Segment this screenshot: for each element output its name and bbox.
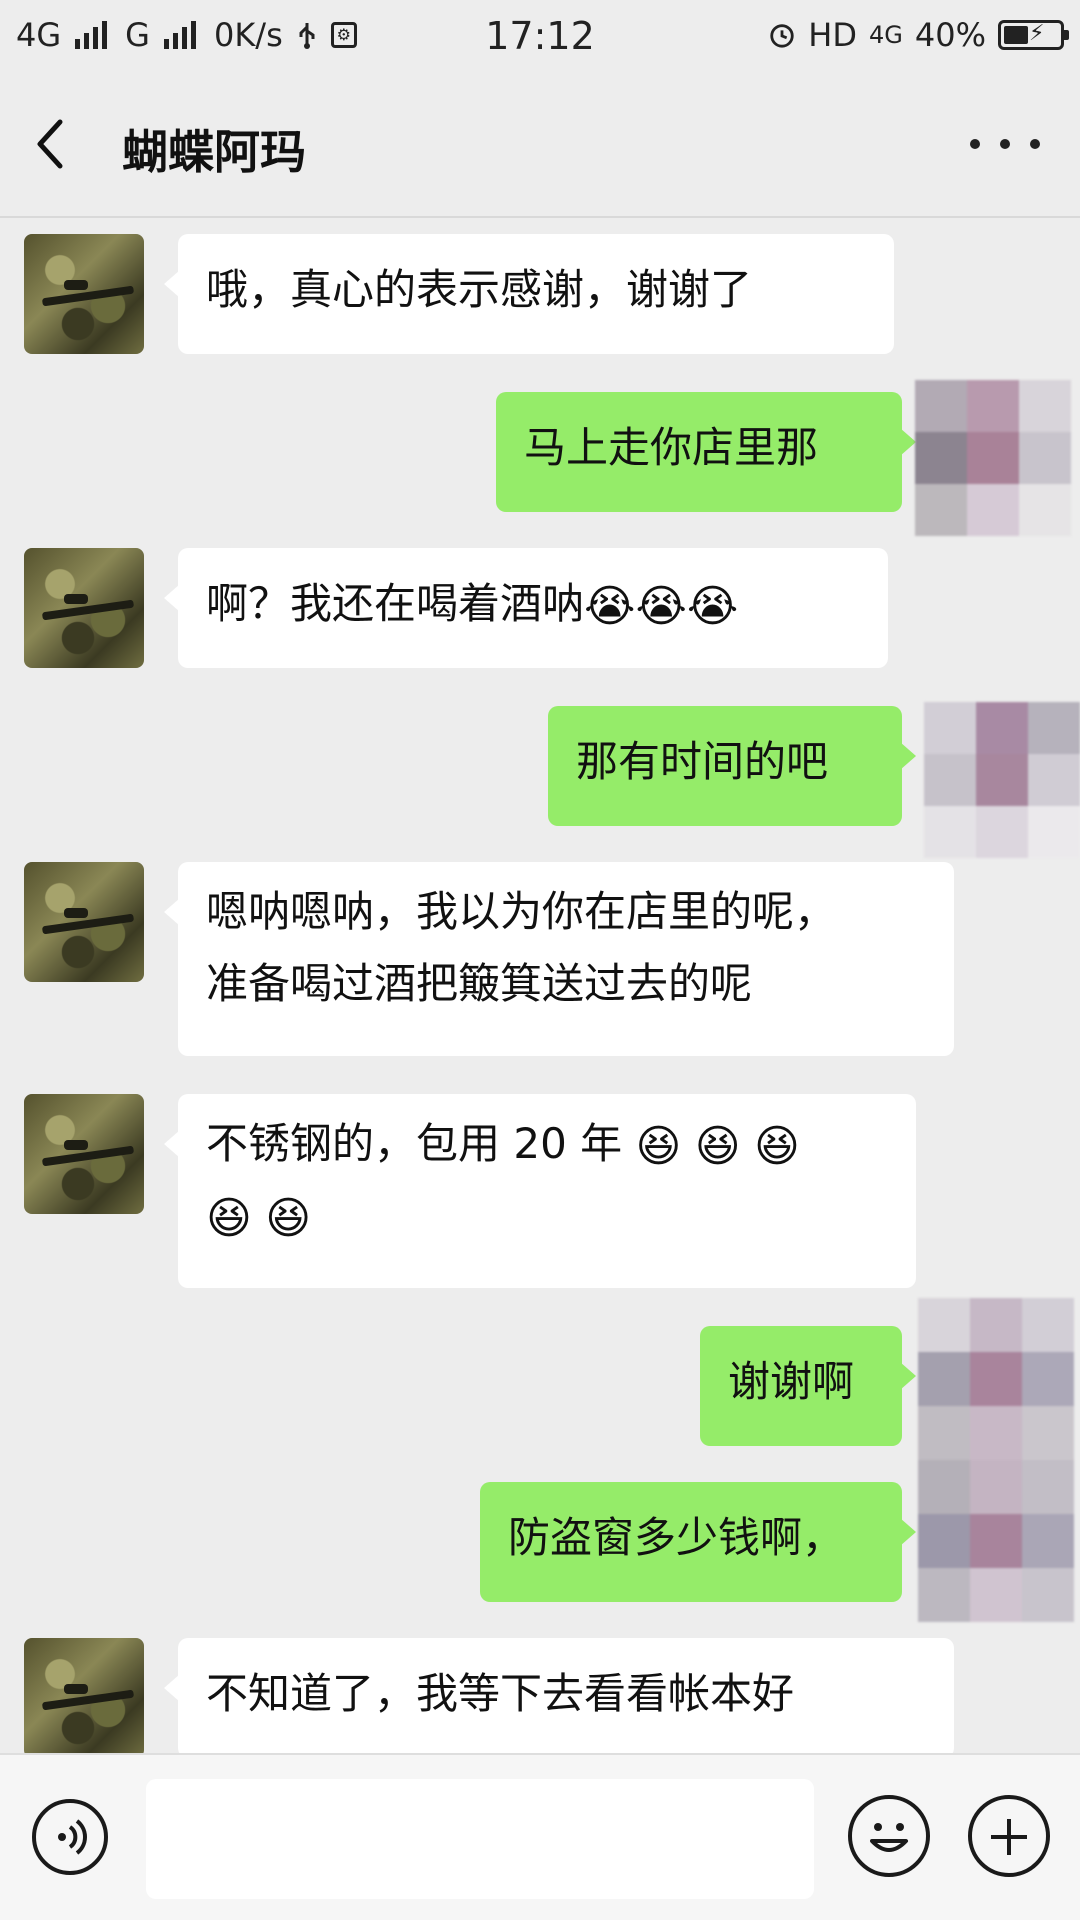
emoji-grin-icon: 😆 <box>753 1120 800 1172</box>
emoji-icon <box>870 1823 908 1852</box>
message-text: 防盗窗多少钱啊， <box>508 1513 845 1562</box>
message-bubble[interactable]: 不知道了，我等下去看看帐本好 <box>164 1638 954 1753</box>
message-list[interactable]: 哦，真心的表示感谢，谢谢了 马上走你店里那 啊？我还在喝着酒呐😭😭😭 那有时间的… <box>0 218 1080 1753</box>
message-bubble[interactable]: 防盗窗多少钱啊， <box>480 1482 916 1602</box>
more-options-button[interactable] <box>970 124 1040 164</box>
self-avatar-blurred[interactable] <box>924 702 1080 858</box>
self-avatar-blurred[interactable] <box>915 380 1071 536</box>
message-text: 不锈钢的，包用 20 年 <box>206 1119 623 1168</box>
emoji-grin-icon: 😆 <box>206 1192 252 1244</box>
contact-avatar[interactable] <box>24 1094 144 1214</box>
battery-percent: 40% <box>914 16 986 54</box>
status-right: HD 4G 40% ⚡ <box>768 16 1069 54</box>
message-bubble[interactable]: 啊？我还在喝着酒呐😭😭😭 <box>164 548 888 668</box>
voice-icon <box>58 1819 87 1855</box>
more-dots-icon <box>970 139 980 149</box>
emoji-grin-icon: 😆 <box>635 1120 682 1172</box>
message-text: 谢谢啊 <box>728 1357 855 1406</box>
message-bubble[interactable]: 不锈钢的，包用 20 年 😆 😆 😆 😆 😆 <box>164 1094 916 1288</box>
message-text-line-2: 准备喝过酒把簸箕送过去的呢 <box>206 959 753 1008</box>
message-text-line-1: 嗯呐嗯呐，我以为你在店里的呢， <box>206 887 837 936</box>
message-text: 啊？我还在喝着酒呐 <box>206 579 585 628</box>
network-label-3: 4G <box>869 21 903 49</box>
emoji-cry-icon: 😭 <box>635 580 687 632</box>
status-bar: 4G G 0K/s ⚙ 17:12 HD 4G 40% ⚡ <box>0 0 1080 76</box>
message-text: 不知道了，我等下去看看帐本好 <box>206 1669 795 1718</box>
message-text: 那有时间的吧 <box>576 737 829 786</box>
contact-avatar[interactable] <box>24 862 144 982</box>
chat-title: 蝴蝶阿玛 <box>122 125 306 179</box>
self-avatar-blurred[interactable] <box>918 1298 1074 1622</box>
emoji-button[interactable] <box>848 1795 930 1877</box>
message-bubble[interactable]: 谢谢啊 <box>700 1326 916 1446</box>
emoji-cry-icon: 😭 <box>686 580 739 632</box>
voice-button[interactable] <box>32 1799 108 1875</box>
message-bubble[interactable]: 马上走你店里那 <box>496 392 916 512</box>
message-bubble[interactable]: 嗯呐嗯呐，我以为你在店里的呢， 准备喝过酒把簸箕送过去的呢 <box>164 862 954 1056</box>
hd-label: HD <box>808 16 857 54</box>
back-button[interactable] <box>30 114 90 178</box>
chat-screen: 4G G 0K/s ⚙ 17:12 HD 4G 40% ⚡ 蝴蝶阿玛 哦，真心的… <box>0 0 1080 1920</box>
chevron-left-icon <box>37 119 63 169</box>
plus-button[interactable] <box>968 1795 1050 1877</box>
contact-avatar[interactable] <box>24 234 144 354</box>
chat-header: 蝴蝶阿玛 <box>0 76 1080 218</box>
message-bubble[interactable]: 那有时间的吧 <box>548 706 916 826</box>
contact-avatar[interactable] <box>24 548 144 668</box>
message-text: 哦，真心的表示感谢，谢谢了 <box>206 265 753 314</box>
message-bubble[interactable]: 哦，真心的表示感谢，谢谢了 <box>164 234 894 354</box>
message-text: 马上走你店里那 <box>524 423 819 472</box>
alarm-icon <box>768 21 796 49</box>
contact-avatar[interactable] <box>24 1638 144 1753</box>
battery-icon: ⚡ <box>998 20 1069 50</box>
input-bar <box>0 1753 1080 1920</box>
emoji-cry-icon: 😭 <box>584 580 636 632</box>
message-input[interactable] <box>146 1779 814 1899</box>
emoji-grin-icon: 😆 <box>265 1192 312 1244</box>
emoji-grin-icon: 😆 <box>694 1120 741 1172</box>
